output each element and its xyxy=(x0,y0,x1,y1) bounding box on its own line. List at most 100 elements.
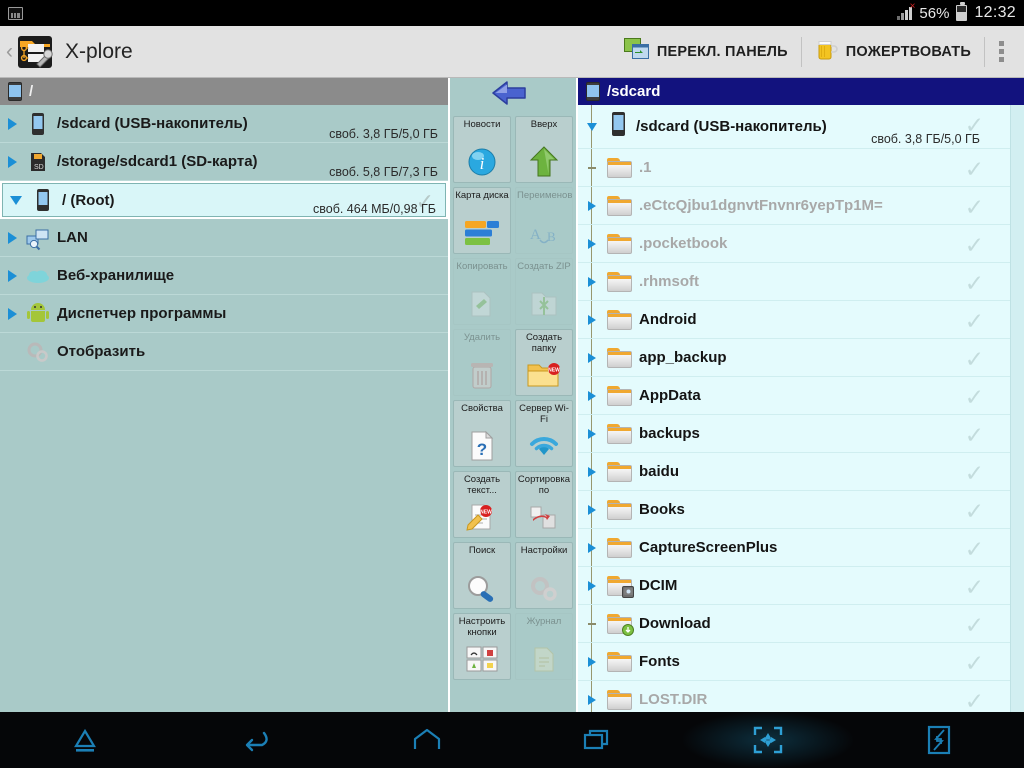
collapse-arrow-icon[interactable] xyxy=(10,195,22,205)
checkmark-icon[interactable]: ✓ xyxy=(965,498,984,525)
file-row-lost-dir[interactable]: LOST.DIR ✓ xyxy=(578,681,1010,712)
back-arrow-icon[interactable] xyxy=(491,80,535,111)
tree-item-lan[interactable]: LAN xyxy=(0,219,448,257)
left-panel-tree[interactable]: /sdcard (USB-накопитель) своб. 3,8 ГБ/5,… xyxy=(0,105,448,712)
back-icon[interactable] xyxy=(171,712,342,768)
expand-arrow-icon[interactable] xyxy=(584,314,600,325)
checkmark-icon[interactable]: ✓ xyxy=(965,460,984,487)
checkmark-icon[interactable]: ✓ xyxy=(965,612,984,639)
download-badge-icon xyxy=(622,623,634,636)
expand-arrow-icon[interactable] xyxy=(584,580,600,591)
file-row-books[interactable]: Books ✓ xyxy=(578,491,1010,529)
right-panel-path: /sdcard xyxy=(607,83,661,100)
toolbar-button-wifi-server[interactable]: Сервер Wi-Fi xyxy=(515,400,573,467)
toolbar-button-news[interactable]: Новости i xyxy=(453,116,511,183)
overflow-menu-icon[interactable] xyxy=(985,41,1018,62)
expand-arrow-icon[interactable] xyxy=(584,352,600,363)
leaf-dash-icon xyxy=(584,166,600,169)
right-panel-path-header[interactable]: /sdcard xyxy=(578,78,1024,105)
checkmark-icon[interactable]: ✓ xyxy=(965,194,984,221)
expand-arrow-icon[interactable] xyxy=(584,276,600,287)
file-list[interactable]: /sdcard (USB-накопитель) ✓ своб. 3,8 ГБ/… xyxy=(578,105,1010,712)
file-row-download[interactable]: Download ✓ xyxy=(578,605,1010,643)
svg-text:NEW: NEW xyxy=(480,509,492,515)
expand-arrow-icon[interactable] xyxy=(584,542,600,553)
file-row-capturescreenplus[interactable]: CaptureScreenPlus ✓ xyxy=(578,529,1010,567)
expand-arrow-icon[interactable] xyxy=(8,231,17,244)
expand-arrow-icon[interactable] xyxy=(584,504,600,515)
file-row-ectc[interactable]: .eCtcQjbu1dgnvtFnvnr6yepTp1M= ✓ xyxy=(578,187,1010,225)
expand-arrow-icon[interactable] xyxy=(8,117,17,130)
checkmark-icon[interactable]: ✓ xyxy=(965,574,984,601)
toolbar-button-label: Создать текст... xyxy=(463,474,501,496)
toolbar-button-disk-map[interactable]: Карта диска xyxy=(453,187,511,254)
toolbar-back-row[interactable] xyxy=(450,78,576,113)
file-row-app-backup[interactable]: app_backup ✓ xyxy=(578,339,1010,377)
toolbar-button-configure-buttons[interactable]: Настроить кнопки xyxy=(453,613,511,680)
expand-arrow-icon[interactable] xyxy=(584,238,600,249)
file-list-scrollbar[interactable] xyxy=(1010,105,1024,712)
home-icon[interactable] xyxy=(341,712,512,768)
switch-panel-button[interactable]: ПЕРЕКЛ. ПАНЕЛЬ xyxy=(611,26,801,78)
tree-item-display[interactable]: Отобразить xyxy=(0,333,448,371)
file-row-dcim[interactable]: DCIM ✓ xyxy=(578,567,1010,605)
recents-icon[interactable] xyxy=(512,712,683,768)
toolbar-button-search[interactable]: Поиск xyxy=(453,542,511,609)
file-row-pocketbook[interactable]: .pocketbook ✓ xyxy=(578,225,1010,263)
expand-arrow-icon[interactable] xyxy=(584,466,600,477)
file-row-backups[interactable]: backups ✓ xyxy=(578,415,1010,453)
up-navigation-icon[interactable]: ‹ xyxy=(2,40,15,64)
svg-text:NEW: NEW xyxy=(548,367,560,373)
expand-arrow-icon[interactable] xyxy=(584,656,600,667)
tree-item-web-storage[interactable]: Веб-хранилище xyxy=(0,257,448,295)
toolbar-button-up[interactable]: Вверх xyxy=(515,116,573,183)
toolbar-button-sort[interactable]: Сортировка по xyxy=(515,471,573,538)
collapse-arrow-icon[interactable] xyxy=(584,122,600,131)
file-row-name: Fonts xyxy=(639,653,680,670)
file-row-baidu[interactable]: baidu ✓ xyxy=(578,453,1010,491)
checkmark-icon[interactable]: ✓ xyxy=(965,422,984,449)
sdcard-icon: SD xyxy=(25,149,51,175)
main-body: / /sdcard (USB-накопитель) своб. 3,8 ГБ/… xyxy=(0,78,1024,712)
file-row-dot1[interactable]: .1 ✓ xyxy=(578,149,1010,187)
device-icon xyxy=(8,82,22,101)
screenshot-icon xyxy=(8,6,23,20)
donate-button[interactable]: ПОЖЕРТВОВАТЬ xyxy=(802,26,984,78)
folder-icon xyxy=(607,347,632,368)
file-row-fonts[interactable]: Fonts ✓ xyxy=(578,643,1010,681)
checkmark-icon[interactable]: ✓ xyxy=(965,384,984,411)
tree-item-sdcard1[interactable]: SD /storage/sdcard1 (SD-карта) своб. 5,8… xyxy=(0,143,448,181)
tree-item-app-manager[interactable]: Диспетчер программы xyxy=(0,295,448,333)
checkmark-icon[interactable]: ✓ xyxy=(965,688,984,712)
expand-arrow-icon[interactable] xyxy=(8,269,17,282)
checkmark-icon[interactable]: ✓ xyxy=(965,346,984,373)
toolbar-button-settings[interactable]: Настройки xyxy=(515,542,573,609)
checkmark-icon[interactable]: ✓ xyxy=(965,536,984,563)
file-row-rhmsoft[interactable]: .rhmsoft ✓ xyxy=(578,263,1010,301)
left-panel-path-header[interactable]: / xyxy=(0,78,448,105)
checkmark-icon[interactable]: ✓ xyxy=(965,156,984,183)
multiwindow-icon[interactable] xyxy=(853,712,1024,768)
file-row-device[interactable]: /sdcard (USB-накопитель) ✓ своб. 3,8 ГБ/… xyxy=(578,105,1010,149)
expand-arrow-icon[interactable] xyxy=(584,390,600,401)
checkmark-icon[interactable]: ✓ xyxy=(965,650,984,677)
expand-arrow-icon[interactable] xyxy=(8,307,17,320)
expand-arrow-icon[interactable] xyxy=(8,155,17,168)
folder-icon xyxy=(607,537,632,558)
screenshot-nav-icon[interactable] xyxy=(682,712,854,768)
checkmark-icon[interactable]: ✓ xyxy=(965,270,984,297)
expand-arrow-icon[interactable] xyxy=(584,694,600,705)
tree-item-sdcard[interactable]: /sdcard (USB-накопитель) своб. 3,8 ГБ/5,… xyxy=(0,105,448,143)
toolbar-button-create-folder[interactable]: Создать папку NEW xyxy=(515,329,573,396)
file-row-android[interactable]: Android ✓ xyxy=(578,301,1010,339)
svg-text:B: B xyxy=(547,229,556,244)
checkmark-icon[interactable]: ✓ xyxy=(965,308,984,335)
expand-arrow-icon[interactable] xyxy=(584,200,600,211)
expand-arrow-icon[interactable] xyxy=(584,428,600,439)
checkmark-icon[interactable]: ✓ xyxy=(965,232,984,259)
eject-icon[interactable] xyxy=(0,712,171,768)
toolbar-button-properties[interactable]: Свойства ? xyxy=(453,400,511,467)
file-row-appdata[interactable]: AppData ✓ xyxy=(578,377,1010,415)
tree-item-root[interactable]: / (Root) ✓ своб. 464 МБ/0,98 ГБ xyxy=(0,181,448,219)
toolbar-button-create-text[interactable]: Создать текст... NEW xyxy=(453,471,511,538)
